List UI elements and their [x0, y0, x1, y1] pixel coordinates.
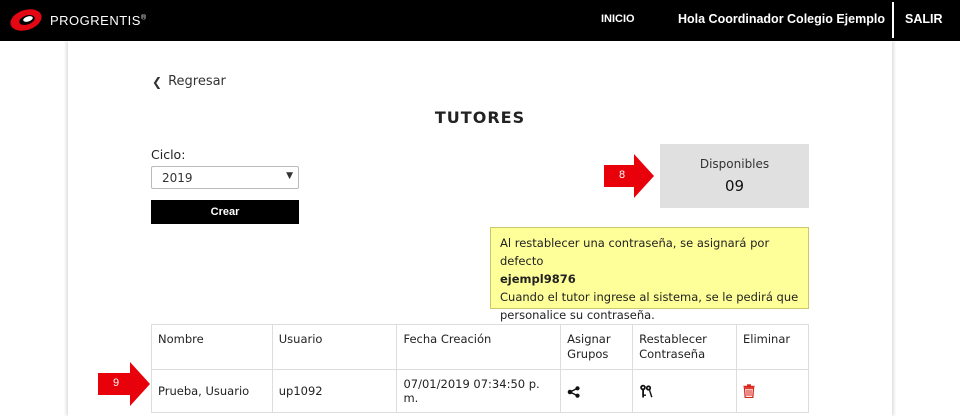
notice-line-2: Cuando el tutor ingrese al sistema, se l… — [500, 290, 799, 322]
top-navbar: PROGRENTIS® INICIO Hola Coordinador Cole… — [0, 0, 960, 41]
callout-arrow-9: 9 — [98, 362, 150, 406]
arrow-right-icon — [98, 362, 150, 406]
column-header-fecha: Fecha Creación — [396, 324, 562, 370]
callout-number-8: 8 — [619, 169, 626, 181]
tutores-table: Nombre Usuario Fecha Creación Asignar Gr… — [151, 324, 809, 413]
cell-usuario: up1092 — [271, 369, 398, 413]
caret-down-icon: ▼ — [286, 171, 293, 181]
page-title: TUTORES — [434, 108, 526, 127]
keys-icon — [640, 384, 653, 398]
table-header-row: Nombre Usuario Fecha Creación Asignar Gr… — [151, 324, 809, 370]
notice-default-password: ejempl9876 — [500, 272, 576, 286]
cell-fecha: 07/01/2019 07:34:50 p. m. — [396, 369, 562, 413]
assign-groups-button[interactable] — [560, 369, 634, 413]
column-header-asignar: Asignar Grupos — [560, 324, 634, 370]
notice-line-1: Al restablecer una contraseña, se asigna… — [500, 236, 770, 268]
callout-number-9: 9 — [113, 377, 120, 389]
chevron-left-icon: ❮ — [152, 74, 163, 89]
column-header-usuario: Usuario — [271, 324, 398, 370]
disponibles-box: Disponibles 09 — [660, 144, 809, 208]
user-greeting[interactable]: Hola Coordinador Colegio Ejemplo — [678, 12, 885, 26]
column-header-eliminar: Eliminar — [736, 324, 809, 370]
ciclo-select[interactable]: 2019 ▼ — [151, 166, 299, 189]
reset-password-button[interactable] — [632, 369, 737, 413]
progrentis-logo-icon — [10, 9, 42, 31]
disponibles-value: 09 — [724, 177, 745, 195]
create-button[interactable]: Crear — [151, 200, 299, 224]
trash-icon — [743, 384, 755, 399]
disponibles-label: Disponibles — [699, 157, 770, 171]
brand-name: PROGRENTIS® — [50, 12, 147, 28]
back-link-label: Regresar — [168, 74, 226, 89]
table-row: Prueba, Usuario up1092 07/01/2019 07:34:… — [151, 369, 809, 413]
ciclo-label: Ciclo: — [151, 147, 186, 162]
back-link[interactable]: ❮ Regresar — [152, 74, 226, 89]
delete-button[interactable] — [736, 369, 809, 413]
logout-link[interactable]: SALIR — [905, 12, 943, 26]
cell-nombre: Prueba, Usuario — [151, 369, 273, 413]
nav-divider — [892, 2, 894, 38]
password-notice: Al restablecer una contraseña, se asigna… — [490, 227, 809, 322]
column-header-restablecer: Restablecer Contraseña — [632, 324, 737, 370]
arrow-right-icon — [604, 154, 654, 198]
progrentis-logo[interactable]: PROGRENTIS® — [8, 6, 147, 34]
column-header-nombre: Nombre — [151, 324, 273, 370]
ciclo-selected-value: 2019 — [162, 171, 193, 185]
share-icon — [567, 385, 580, 398]
nav-inicio-link[interactable]: INICIO — [601, 13, 635, 25]
callout-arrow-8: 8 — [604, 154, 654, 198]
